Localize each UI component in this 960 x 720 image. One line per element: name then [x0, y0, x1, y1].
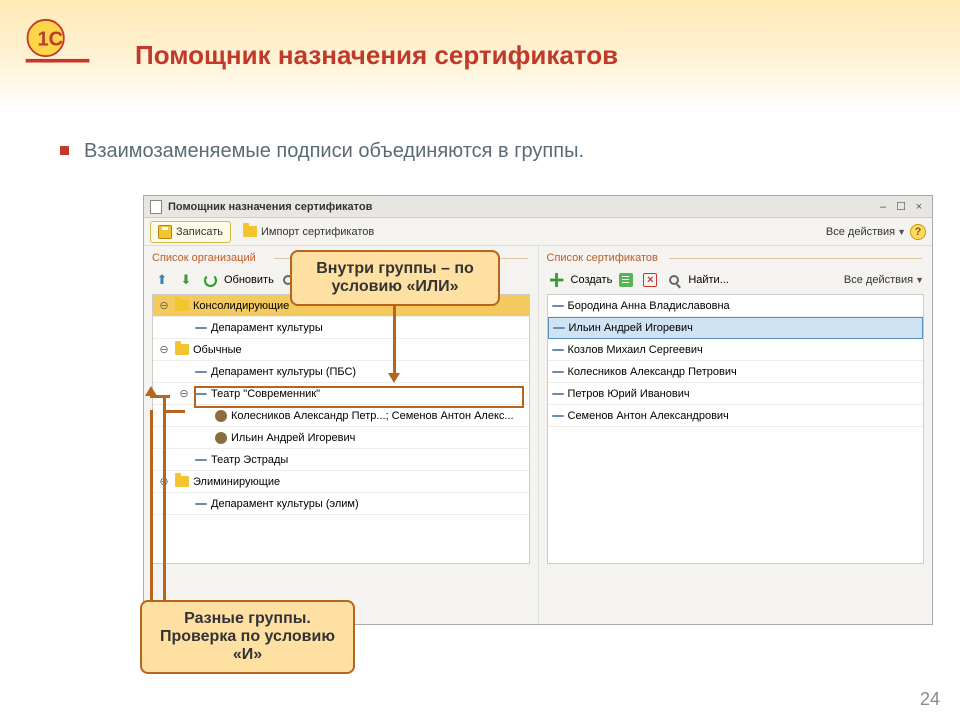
arrow-down-icon: ⬇: [181, 272, 192, 288]
row-label: Колесников Александр Петрович: [568, 366, 737, 378]
item-icon: [552, 415, 564, 417]
item-icon: [195, 459, 207, 461]
folder-icon: [175, 300, 189, 311]
create-add-button[interactable]: [547, 270, 567, 290]
app-window: Помощник назначения сертификатов – ☐ × З…: [143, 195, 933, 625]
item-icon: [195, 393, 207, 395]
chevron-down-icon: ▼: [897, 227, 906, 237]
item-icon: [195, 327, 207, 329]
certificates-toolbar: Создать × Найти... Все действия ▼: [547, 268, 925, 292]
chevron-down-icon: ▼: [915, 275, 924, 285]
close-button[interactable]: ×: [912, 200, 926, 214]
minimize-button[interactable]: –: [876, 200, 890, 214]
expand-button[interactable]: ⬇: [176, 270, 196, 290]
list-row[interactable]: Колесников Александр Петрович: [548, 361, 924, 383]
item-icon: [552, 371, 564, 373]
expander-icon[interactable]: ⊖: [157, 299, 171, 312]
arrow-up-icon: ⬆: [157, 272, 168, 288]
slide-title: Помощник назначения сертификатов: [135, 40, 618, 71]
tree-row[interactable]: Депарамент культуры: [153, 317, 529, 339]
row-label: Театр Эстрады: [211, 454, 288, 466]
row-label: Элиминирующие: [193, 476, 280, 488]
main-toolbar: Записать Импорт сертификатов Все действи…: [144, 218, 932, 246]
refresh-button[interactable]: [200, 270, 220, 290]
list-row[interactable]: Бородина Анна Владиславовна: [548, 295, 924, 317]
expander-icon[interactable]: ⊖: [157, 343, 171, 356]
refresh-icon: [204, 274, 217, 287]
tree-row[interactable]: ⊖ Обычные: [153, 339, 529, 361]
row-label: Обычные: [193, 344, 242, 356]
row-label: Консолидирующие: [193, 300, 289, 312]
find-button-r[interactable]: [664, 270, 684, 290]
folder-icon: [175, 476, 189, 487]
list-row[interactable]: Семенов Антон Александрович: [548, 405, 924, 427]
delete-icon: ×: [643, 273, 657, 287]
save-icon: [158, 225, 172, 239]
edit-icon: [619, 273, 633, 287]
callout-and: Разные группы. Проверка по условию «И»: [140, 600, 355, 674]
row-label: Петров Юрий Иванович: [568, 388, 690, 400]
row-label: Бородина Анна Владиславовна: [568, 300, 730, 312]
item-icon: [552, 393, 564, 395]
row-label: Депарамент культуры (элим): [211, 498, 359, 510]
logo-1c: 1C: [25, 18, 90, 68]
help-icon[interactable]: ?: [910, 224, 926, 240]
callout-or: Внутри группы – по условию «ИЛИ»: [290, 250, 500, 306]
all-actions-button-r[interactable]: Все действия ▼: [844, 274, 924, 286]
tree-row[interactable]: ⊖Элиминирующие: [153, 471, 529, 493]
row-label: Ильин Андрей Игоревич: [231, 432, 355, 444]
plus-icon: [550, 273, 564, 287]
all-actions-button[interactable]: Все действия ▼: [826, 226, 906, 238]
tree-row[interactable]: Колесников Александр Петр...; Семенов Ан…: [153, 405, 529, 427]
tree-row[interactable]: ⊖ Театр "Современник": [153, 383, 529, 405]
person-icon: [215, 410, 227, 422]
folder-icon: [243, 226, 257, 237]
document-icon: [150, 200, 162, 214]
folder-icon: [175, 344, 189, 355]
row-label: Козлов Михаил Сергеевич: [568, 344, 703, 356]
bullet-icon: [60, 146, 69, 155]
certificates-list[interactable]: Бородина Анна Владиславовна Ильин Андрей …: [547, 294, 925, 564]
slide-body: Взаимозаменяемые подписи объединяются в …: [60, 140, 584, 163]
list-row[interactable]: Петров Юрий Иванович: [548, 383, 924, 405]
search-icon: [669, 275, 679, 285]
row-label: Театр "Современник": [211, 388, 320, 400]
edit-button[interactable]: [616, 270, 636, 290]
page-number: 24: [920, 689, 940, 710]
maximize-button[interactable]: ☐: [894, 200, 908, 214]
item-icon: [553, 327, 565, 329]
list-row[interactable]: Ильин Андрей Игоревич: [548, 317, 924, 339]
tree-row[interactable]: Театр Эстрады: [153, 449, 529, 471]
window-titlebar: Помощник назначения сертификатов – ☐ ×: [144, 196, 932, 218]
tree-row[interactable]: Ильин Андрей Игоревич: [153, 427, 529, 449]
certificates-panel: Список сертификатов Создать × Найти... В…: [538, 246, 933, 624]
item-icon: [195, 503, 207, 505]
window-title: Помощник назначения сертификатов: [168, 201, 870, 213]
import-button[interactable]: Импорт сертификатов: [235, 222, 382, 242]
collapse-button[interactable]: ⬆: [152, 270, 172, 290]
save-button[interactable]: Записать: [150, 221, 231, 243]
row-label: Депарамент культуры: [211, 322, 323, 334]
list-row[interactable]: Козлов Михаил Сергеевич: [548, 339, 924, 361]
tree-row[interactable]: Депарамент культуры (элим): [153, 493, 529, 515]
row-label: Колесников Александр Петр...; Семенов Ан…: [231, 410, 514, 422]
expander-icon[interactable]: ⊖: [177, 387, 191, 400]
person-icon: [215, 432, 227, 444]
item-icon: [552, 349, 564, 351]
mark-delete-button[interactable]: ×: [640, 270, 660, 290]
svg-text:1C: 1C: [38, 28, 64, 50]
item-icon: [552, 305, 564, 307]
item-icon: [195, 371, 207, 373]
row-label: Ильин Андрей Игоревич: [569, 322, 693, 334]
row-label: Депарамент культуры (ПБС): [211, 366, 356, 378]
tree-row[interactable]: Депарамент культуры (ПБС): [153, 361, 529, 383]
organizations-tree[interactable]: ⊖ Консолидирующие Депарамент культуры ⊖ Обыч…: [152, 294, 530, 564]
row-label: Семенов Антон Александрович: [568, 410, 729, 422]
